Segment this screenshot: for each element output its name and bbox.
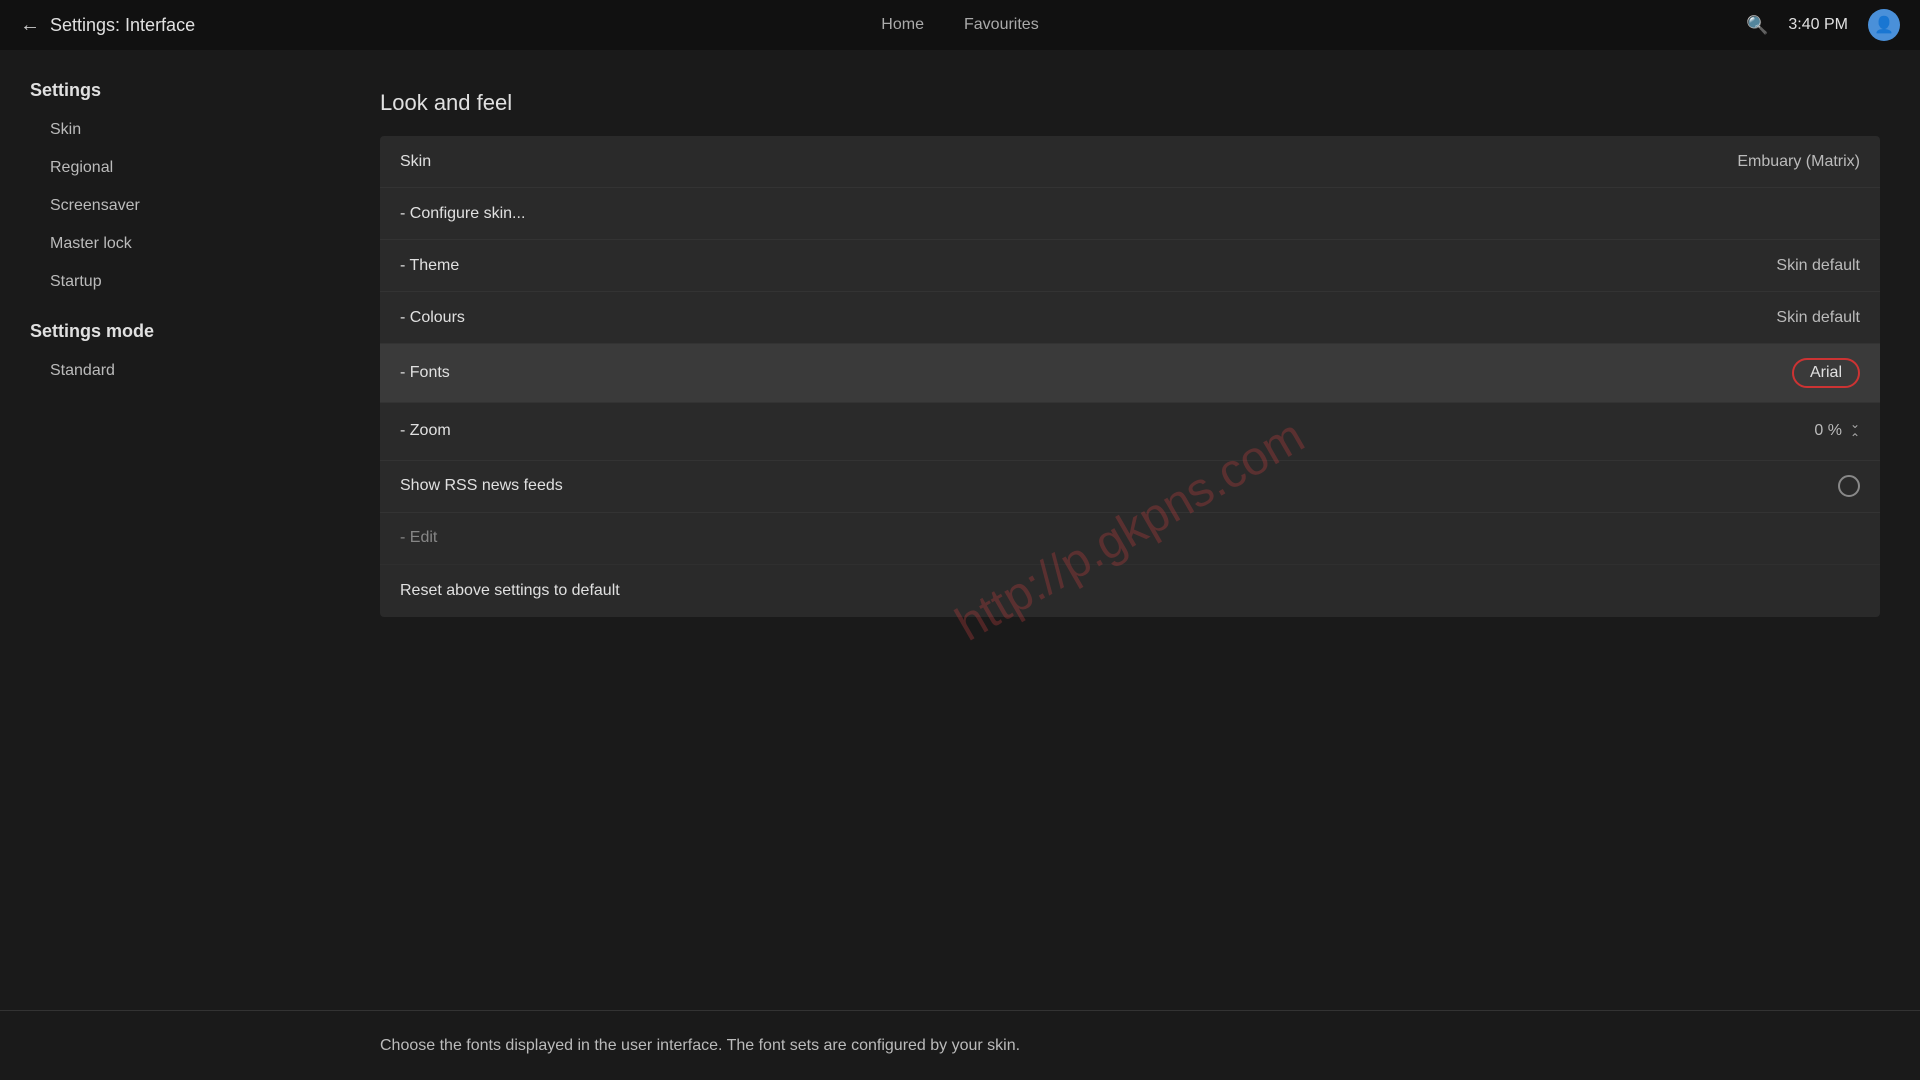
zoom-down-arrow[interactable]: ⌄ — [1850, 417, 1860, 431]
zoom-controls: 0 % ⌄ ⌃ — [1814, 417, 1860, 446]
header-right: 🔍 3:40 PM 👤 — [1746, 9, 1900, 41]
clock: 3:40 PM — [1788, 16, 1848, 34]
fonts-row[interactable]: - Fonts Arial — [380, 344, 1880, 403]
nav-favourites[interactable]: Favourites — [964, 16, 1039, 34]
colours-label: - Colours — [400, 309, 1776, 327]
zoom-label: - Zoom — [400, 422, 1814, 440]
settings-section-label: Settings — [0, 70, 340, 111]
configure-skin-row[interactable]: - Configure skin... — [380, 188, 1880, 240]
avatar[interactable]: 👤 — [1868, 9, 1900, 41]
zoom-up-arrow[interactable]: ⌃ — [1850, 431, 1860, 445]
theme-label: - Theme — [400, 257, 1776, 275]
rss-row[interactable]: Show RSS news feeds — [380, 461, 1880, 513]
edit-row: - Edit — [380, 513, 1880, 565]
colours-value: Skin default — [1776, 309, 1860, 327]
page-title: Settings: Interface — [50, 15, 195, 36]
sidebar-item-masterlock[interactable]: Master lock — [0, 225, 340, 263]
theme-value: Skin default — [1776, 257, 1860, 275]
main-layout: Settings Skin Regional Screensaver Maste… — [0, 50, 1920, 1010]
back-button[interactable]: ← Settings: Interface — [20, 14, 195, 37]
sidebar-item-startup[interactable]: Startup — [0, 263, 340, 301]
reset-row[interactable]: Reset above settings to default — [380, 565, 1880, 617]
settings-table: Skin Embuary (Matrix) - Configure skin..… — [380, 136, 1880, 617]
sidebar-item-skin[interactable]: Skin — [0, 111, 340, 149]
sidebar-item-regional[interactable]: Regional — [0, 149, 340, 187]
edit-label: - Edit — [400, 529, 1860, 547]
sidebar: Settings Skin Regional Screensaver Maste… — [0, 50, 340, 1010]
sidebar-item-standard[interactable]: Standard — [0, 352, 340, 390]
look-and-feel-title: Look and feel — [380, 90, 1880, 116]
bottom-bar: Choose the fonts displayed in the user i… — [0, 1010, 1920, 1080]
reset-label: Reset above settings to default — [400, 582, 1860, 600]
rss-label: Show RSS news feeds — [400, 477, 1838, 495]
search-icon[interactable]: 🔍 — [1746, 15, 1768, 36]
skin-value: Embuary (Matrix) — [1737, 153, 1860, 171]
fonts-label: - Fonts — [400, 364, 1792, 382]
fonts-value: Arial — [1792, 358, 1860, 388]
header: ← Settings: Interface Home Favourites 🔍 … — [0, 0, 1920, 50]
skin-label: Skin — [400, 153, 1737, 171]
back-icon: ← — [20, 14, 40, 37]
skin-row[interactable]: Skin Embuary (Matrix) — [380, 136, 1880, 188]
sidebar-item-screensaver[interactable]: Screensaver — [0, 187, 340, 225]
nav-home[interactable]: Home — [881, 16, 924, 34]
top-nav: Home Favourites — [881, 16, 1038, 34]
main-content: Look and feel Skin Embuary (Matrix) - Co… — [340, 50, 1920, 1010]
bottom-description: Choose the fonts displayed in the user i… — [380, 1037, 1020, 1055]
theme-row[interactable]: - Theme Skin default — [380, 240, 1880, 292]
configure-skin-label: - Configure skin... — [400, 205, 1860, 223]
zoom-value: 0 % — [1814, 422, 1842, 440]
settings-mode-label: Settings mode — [0, 301, 340, 352]
zoom-arrows: ⌄ ⌃ — [1850, 417, 1860, 446]
zoom-row[interactable]: - Zoom 0 % ⌄ ⌃ — [380, 403, 1880, 461]
colours-row[interactable]: - Colours Skin default — [380, 292, 1880, 344]
rss-toggle[interactable] — [1838, 475, 1860, 497]
